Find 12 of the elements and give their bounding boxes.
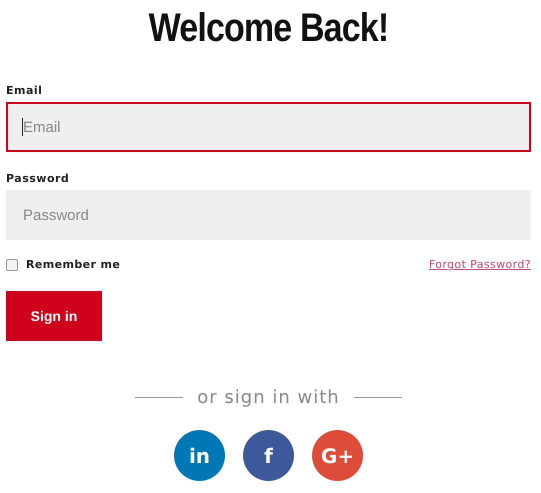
social-login-button[interactable]: f — [243, 430, 294, 481]
page-title: Welcome Back! — [148, 5, 390, 52]
field-label: Password — [6, 172, 70, 185]
social-login-button[interactable]: in — [174, 430, 225, 481]
field-label: Email — [6, 84, 44, 97]
forgot-password-link[interactable]: Forgot Password? — [428, 258, 531, 271]
sign-in-button[interactable]: Sign in — [6, 291, 102, 341]
social-login-button[interactable]: G+ — [312, 430, 363, 481]
checkbox[interactable] — [6, 258, 18, 270]
checkbox-label: Remember me — [26, 258, 120, 271]
input-field[interactable]: Email — [6, 102, 531, 152]
divider-text: or sign in with — [197, 387, 340, 408]
